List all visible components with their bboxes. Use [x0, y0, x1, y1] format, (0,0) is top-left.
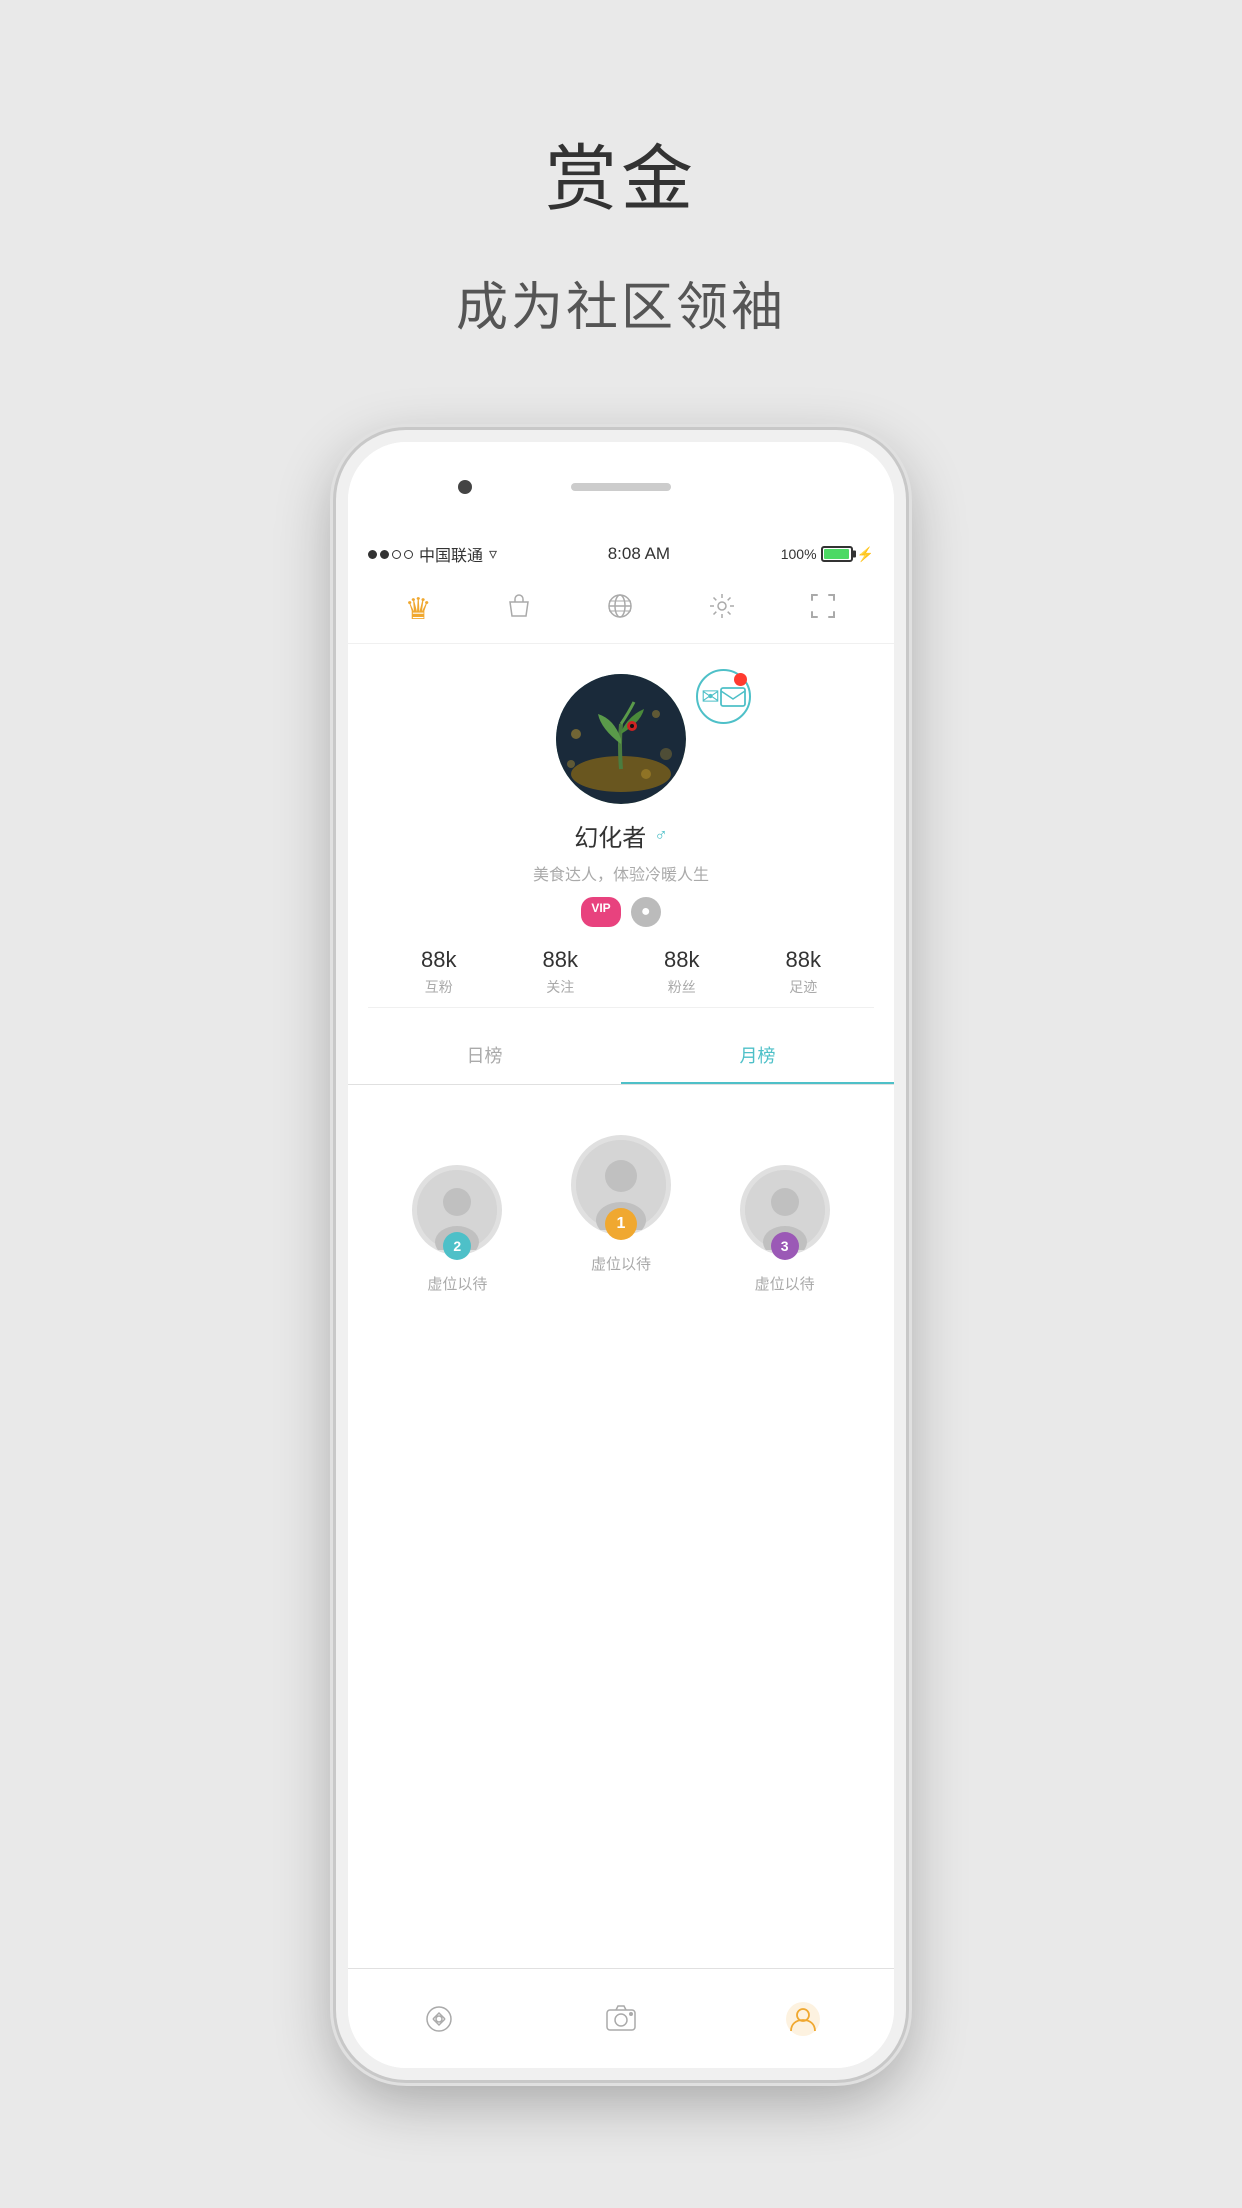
stat-footprint[interactable]: 88k 足迹	[786, 947, 821, 997]
rank-badge-3: 3	[771, 1232, 799, 1260]
page-title: 赏金	[0, 120, 1242, 225]
rankings-section: 2 虚位以待	[348, 1085, 894, 1344]
status-bar: 中国联通 ▿ 8:08 AM 100% ⚡	[348, 532, 894, 576]
stat-footprint-value: 88k	[786, 947, 821, 973]
rank-avatar-3: 3	[740, 1165, 830, 1255]
rank-name-1: 虚位以待	[591, 1253, 651, 1274]
stat-mutual-value: 88k	[421, 947, 456, 973]
stat-fans[interactable]: 88k 粉丝	[664, 947, 699, 997]
status-left: 中国联通 ▿	[368, 542, 497, 566]
signal-dot-3	[392, 550, 401, 559]
stat-footprint-label: 足迹	[789, 977, 817, 997]
phone-inner: 中国联通 ▿ 8:08 AM 100% ⚡ ♛	[348, 442, 894, 2068]
signal-dot-2	[380, 550, 389, 559]
header-section: 赏金 成为社区领袖	[0, 120, 1242, 340]
signal-dot-4	[404, 550, 413, 559]
badges-row: VIP ●	[581, 897, 660, 927]
user-bio: 美食达人，体验冷暖人生	[533, 861, 709, 885]
signal-dot-1	[368, 550, 377, 559]
username: 幻化者 ♂	[574, 818, 668, 853]
vip-badge: VIP	[581, 897, 620, 927]
stat-fans-label: 粉丝	[668, 977, 696, 997]
stat-following-label: 关注	[546, 977, 574, 997]
phone-speaker	[571, 483, 671, 491]
battery-fill	[824, 549, 849, 559]
charging-icon: ⚡	[857, 546, 874, 563]
globe-icon[interactable]	[606, 592, 634, 627]
phone-camera	[458, 480, 472, 494]
stat-mutual-label: 互粉	[425, 977, 453, 997]
stat-following-value: 88k	[543, 947, 578, 973]
battery-percent: 100%	[781, 546, 817, 562]
tabs-row: 日榜 月榜	[348, 1028, 894, 1085]
carrier-text: 中国联通	[419, 542, 483, 566]
tab-daily[interactable]: 日榜	[348, 1028, 621, 1084]
app-content: ♛	[348, 576, 894, 2068]
user-avatar[interactable]	[556, 674, 686, 804]
rank-name-2: 虚位以待	[427, 1273, 487, 1294]
rank-badge-2: 2	[443, 1232, 471, 1260]
ranking-podium: 2 虚位以待	[368, 1115, 874, 1314]
profile-section: 幻化者 ♂ 美食达人，体验冷暖人生 VIP ● 88k 互粉 88k 关注	[348, 644, 894, 1028]
bottom-nav	[348, 1968, 894, 2068]
battery-container	[821, 546, 853, 562]
message-button[interactable]	[696, 669, 751, 724]
scan-icon[interactable]	[809, 592, 837, 627]
rank-name-3: 虚位以待	[755, 1273, 815, 1294]
notification-dot	[734, 673, 747, 686]
rank-badge-1: 1	[605, 1208, 637, 1240]
status-right: 100% ⚡	[781, 546, 874, 563]
stat-mutual[interactable]: 88k 互粉	[421, 947, 456, 997]
wifi-icon: ▿	[489, 544, 497, 564]
nav-icons-bar: ♛	[348, 576, 894, 644]
bag-icon[interactable]	[505, 592, 533, 627]
phone-top-bar	[348, 442, 894, 532]
rank-avatar-1: 1	[571, 1135, 671, 1235]
rank-item-1[interactable]: 1 虚位以待	[571, 1135, 671, 1274]
bottom-nav-profile[interactable]	[785, 2001, 821, 2037]
settings-icon[interactable]	[708, 592, 736, 627]
bottom-nav-camera[interactable]	[603, 2001, 639, 2037]
phone-frame: 中国联通 ▿ 8:08 AM 100% ⚡ ♛	[336, 430, 906, 2080]
battery-box	[821, 546, 853, 562]
crown-icon[interactable]: ♛	[405, 592, 432, 627]
status-time: 8:08 AM	[608, 544, 670, 564]
rank-item-3[interactable]: 3 虚位以待	[740, 1165, 830, 1294]
rank-avatar-2: 2	[412, 1165, 502, 1255]
page-subtitle: 成为社区领袖	[0, 265, 1242, 340]
level-badge: ●	[631, 897, 661, 927]
rank-item-2[interactable]: 2 虚位以待	[412, 1165, 502, 1294]
signal-dots	[368, 550, 413, 559]
stat-fans-value: 88k	[664, 947, 699, 973]
stat-following[interactable]: 88k 关注	[543, 947, 578, 997]
gender-icon: ♂	[654, 825, 668, 846]
tab-monthly[interactable]: 月榜	[621, 1028, 894, 1084]
stats-row: 88k 互粉 88k 关注 88k 粉丝 88k 足迹	[368, 927, 874, 1008]
bottom-nav-home[interactable]	[421, 2001, 457, 2037]
